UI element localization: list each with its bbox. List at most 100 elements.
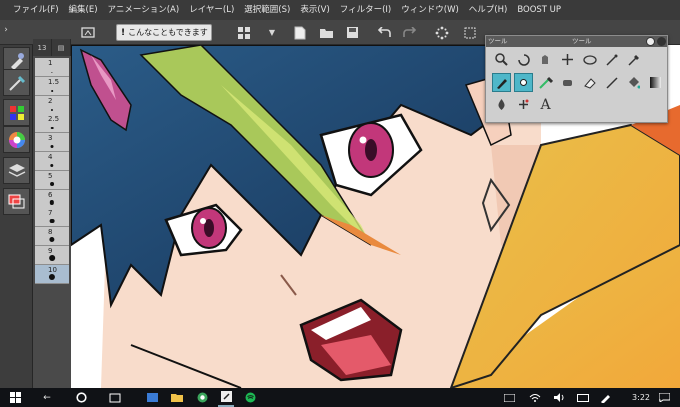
back-icon[interactable]: ← bbox=[38, 388, 56, 407]
menu-boost-up[interactable]: BOOST UP bbox=[512, 0, 566, 20]
color-wheel-icon[interactable] bbox=[3, 126, 30, 153]
brush-size-label: 10 bbox=[48, 265, 57, 274]
menu-view[interactable]: 表示(V) bbox=[295, 0, 334, 20]
brush-size-option[interactable]: 5 bbox=[35, 170, 69, 190]
layer-icon[interactable] bbox=[3, 157, 30, 184]
brush-size-panel: 13 ▤ 1 1.5 2 2.5 3 4 5 6 7 8 9 10 bbox=[33, 39, 71, 388]
brush-size-option[interactable]: 9 bbox=[35, 246, 69, 265]
zoom-icon[interactable] bbox=[492, 50, 511, 69]
loading-icon[interactable] bbox=[432, 23, 452, 42]
brush-size-option[interactable]: 6 bbox=[35, 189, 69, 209]
correct-icon[interactable] bbox=[514, 95, 533, 114]
explorer-icon[interactable] bbox=[169, 388, 185, 407]
size-panel-tabs: 13 ▤ bbox=[33, 39, 71, 56]
tablet-icon[interactable] bbox=[144, 388, 160, 407]
transform-icon[interactable] bbox=[460, 23, 480, 42]
close-icon[interactable] bbox=[657, 37, 666, 46]
keyboard-icon[interactable] bbox=[576, 388, 590, 407]
brush-size-label: 6 bbox=[48, 190, 53, 199]
tip-button[interactable]: ! こんなこともできます bbox=[116, 24, 212, 41]
brush-size-dot bbox=[49, 200, 55, 205]
spotify-icon[interactable] bbox=[242, 388, 258, 407]
menu-edit[interactable]: 編集(E) bbox=[64, 0, 103, 20]
screen-icon[interactable] bbox=[78, 23, 98, 42]
volume-icon[interactable] bbox=[552, 388, 566, 407]
clip-studio-icon[interactable] bbox=[218, 388, 234, 407]
blend-icon[interactable] bbox=[492, 95, 511, 114]
eraser-icon[interactable] bbox=[580, 73, 599, 92]
rotate-icon[interactable] bbox=[514, 50, 533, 69]
dock-toggle-icon[interactable]: › bbox=[2, 20, 10, 39]
eyedropper-icon[interactable] bbox=[624, 50, 643, 69]
layers-stack-icon[interactable] bbox=[3, 188, 30, 215]
tablet-mode-icon[interactable] bbox=[502, 388, 516, 407]
brush-size-option[interactable]: 10 bbox=[35, 264, 69, 284]
tab-size-a[interactable]: 13 bbox=[33, 39, 52, 56]
brush-size-dot bbox=[50, 145, 54, 149]
notification-icon[interactable] bbox=[656, 388, 672, 407]
brush-icon[interactable] bbox=[3, 69, 30, 96]
task-view-icon[interactable] bbox=[106, 388, 124, 407]
brush-size-option[interactable]: 2 bbox=[35, 95, 69, 115]
brush-size-option[interactable]: 1 bbox=[35, 58, 69, 77]
pen-icon[interactable] bbox=[492, 73, 511, 92]
tool-palette-header[interactable]: ツール ツール bbox=[486, 36, 667, 47]
open-folder-icon[interactable] bbox=[316, 23, 336, 42]
lasso-icon[interactable] bbox=[580, 50, 599, 69]
minimize-icon[interactable] bbox=[646, 37, 655, 46]
menu-filter[interactable]: フィルター(I) bbox=[335, 0, 396, 20]
tab-size-b[interactable]: ▤ bbox=[52, 39, 71, 56]
brush-size-label: 3 bbox=[48, 134, 53, 143]
pencil-icon[interactable] bbox=[514, 73, 533, 92]
line-icon[interactable] bbox=[602, 73, 621, 92]
layer-move-icon[interactable] bbox=[558, 50, 577, 69]
brush-icon[interactable] bbox=[536, 73, 555, 92]
clock[interactable]: 3:22 bbox=[632, 388, 650, 407]
brush-size-dot bbox=[51, 90, 53, 92]
pen-tray-icon[interactable] bbox=[598, 388, 612, 407]
menu-help[interactable]: ヘルプ(H) bbox=[464, 0, 513, 20]
brush-size-label: 2.5 bbox=[48, 115, 60, 124]
color-set-icon[interactable] bbox=[3, 99, 30, 126]
brush-size-dot bbox=[49, 255, 55, 261]
menu-window[interactable]: ウィンドウ(W) bbox=[396, 0, 464, 20]
brush-size-label: 8 bbox=[48, 228, 53, 237]
grid-layout-icon[interactable] bbox=[234, 23, 254, 42]
exclamation-icon: ! bbox=[121, 27, 126, 38]
airbrush-icon[interactable] bbox=[558, 73, 577, 92]
cortana-icon[interactable] bbox=[72, 388, 90, 407]
menu-animation[interactable]: アニメーション(A) bbox=[103, 0, 185, 20]
clip-studio-window: ファイル(F) 編集(E) アニメーション(A) レイヤー(L) 選択範囲(S)… bbox=[0, 0, 680, 407]
brush-size-label: 1 bbox=[48, 59, 53, 67]
undo-icon[interactable] bbox=[374, 23, 394, 42]
brush-size-dot bbox=[50, 108, 54, 111]
gradient-icon[interactable] bbox=[646, 73, 665, 92]
text-icon[interactable]: A bbox=[536, 95, 555, 114]
save-icon[interactable] bbox=[342, 23, 362, 42]
menu-layer[interactable]: レイヤー(L) bbox=[184, 0, 239, 20]
brush-size-option[interactable]: 4 bbox=[35, 152, 69, 171]
menu-selection[interactable]: 選択範囲(S) bbox=[239, 0, 295, 20]
brush-size-dot bbox=[49, 236, 55, 243]
brush-size-dot bbox=[49, 218, 55, 224]
new-file-icon[interactable] bbox=[290, 23, 310, 42]
brush-size-dot bbox=[50, 181, 54, 186]
brush-size-option[interactable]: 3 bbox=[35, 133, 69, 153]
windows-start-icon[interactable] bbox=[6, 388, 24, 407]
move-icon[interactable] bbox=[536, 50, 555, 69]
wand-icon[interactable] bbox=[602, 50, 621, 69]
menu-file[interactable]: ファイル(F) bbox=[8, 0, 64, 20]
brush-size-option[interactable]: 7 bbox=[35, 208, 69, 228]
wifi-icon[interactable] bbox=[528, 388, 542, 407]
brush-size-option[interactable]: 2.5 bbox=[35, 114, 69, 134]
redo-icon[interactable] bbox=[400, 23, 420, 42]
brush-size-label: 5 bbox=[48, 171, 53, 180]
left-toolbar bbox=[0, 45, 33, 388]
brush-size-dot bbox=[50, 163, 54, 167]
fill-icon[interactable] bbox=[624, 73, 643, 92]
brush-size-option[interactable]: 1.5 bbox=[35, 76, 69, 96]
dropdown-icon[interactable]: ▼ bbox=[262, 23, 282, 42]
chrome-icon[interactable] bbox=[194, 388, 210, 407]
brush-size-label: 1.5 bbox=[48, 77, 60, 86]
brush-size-option[interactable]: 8 bbox=[35, 227, 69, 247]
